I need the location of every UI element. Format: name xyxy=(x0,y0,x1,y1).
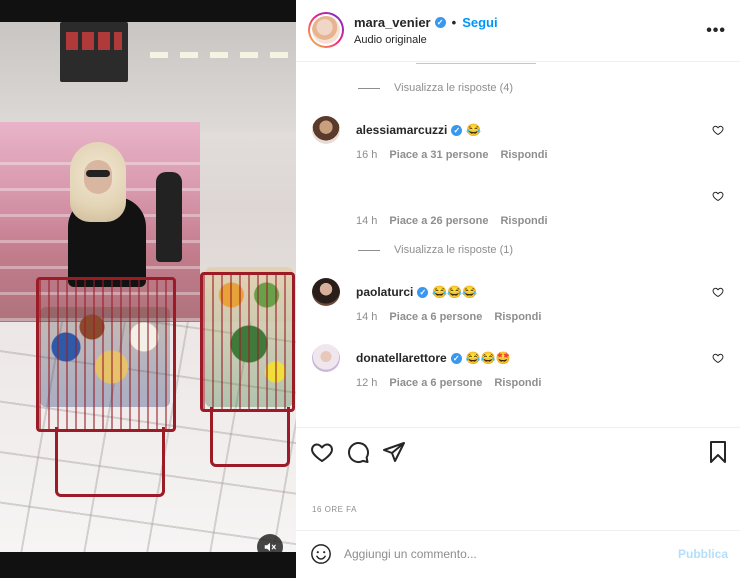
more-icon: ••• xyxy=(706,22,726,39)
comment-time[interactable]: 16 h xyxy=(356,149,377,161)
instagram-post-modal: mara_venier ✓ • Segui Audio originale ••… xyxy=(0,0,740,578)
audio-link[interactable]: Audio originale xyxy=(354,34,427,46)
comment-time[interactable]: 14 h xyxy=(356,311,377,323)
video-scene-cart-left xyxy=(36,277,176,432)
post-header: mara_venier ✓ • Segui Audio originale ••… xyxy=(296,0,740,62)
send-icon[interactable] xyxy=(382,440,406,464)
reply-button[interactable]: Rispondi xyxy=(494,311,541,323)
view-replies-button[interactable]: Visualizza le risposte (4) xyxy=(358,82,513,94)
post-time-ago[interactable]: 16 ORE FA xyxy=(312,505,357,514)
comment-body: paolaturci ✓ 😂😂😂 xyxy=(356,285,477,299)
media-column xyxy=(0,0,296,578)
author-row: mara_venier ✓ • Segui xyxy=(354,15,498,30)
comment-text: 😂 xyxy=(466,123,482,137)
more-options-button[interactable]: ••• xyxy=(706,22,726,40)
comment-meta: 16 h Piace a 31 persone Rispondi xyxy=(356,149,548,161)
view-replies-button[interactable]: Visualizza le risposte (1) xyxy=(358,244,513,256)
video-scene-lights xyxy=(150,52,290,58)
video-scene-ceiling xyxy=(0,22,296,132)
post-video[interactable] xyxy=(0,22,296,552)
comment-meta: 14 h Piace a 6 persone Rispondi xyxy=(356,311,541,323)
comment-item: 14 h Piace a 26 persone Rispondi xyxy=(312,182,732,242)
comment-icon[interactable] xyxy=(346,440,370,464)
comment-body: alessiamarcuzzi ✓ 😂 xyxy=(356,123,481,137)
verified-badge-icon: ✓ xyxy=(450,352,462,364)
comment-body: donatellarettore ✓ 😂😂🤩 xyxy=(356,351,511,365)
post-side-panel: mara_venier ✓ • Segui Audio originale ••… xyxy=(296,0,740,578)
separator-dot: • xyxy=(451,15,457,30)
verified-badge-icon: ✓ xyxy=(451,124,463,136)
comment-likes[interactable]: Piace a 6 persone xyxy=(389,377,482,389)
comment-heart-icon[interactable] xyxy=(712,190,724,202)
commenter-avatar[interactable] xyxy=(312,116,340,144)
comment-likes[interactable]: Piace a 6 persone xyxy=(389,311,482,323)
heart-icon[interactable] xyxy=(310,440,334,464)
verified-badge-icon: ✓ xyxy=(434,17,446,28)
video-scene-sign xyxy=(60,22,128,82)
post-actions xyxy=(296,436,740,466)
view-replies-label: Visualizza le risposte (1) xyxy=(394,244,514,256)
reply-button[interactable]: Rispondi xyxy=(494,377,541,389)
view-replies-label: Visualizza le risposte (4) xyxy=(394,82,514,94)
comment-meta: 14 h Piace a 26 persone Rispondi xyxy=(356,215,548,227)
author-username[interactable]: mara_venier xyxy=(354,15,431,30)
comment-item: donatellarettore ✓ 😂😂🤩 12 h Piace a 6 pe… xyxy=(312,344,732,404)
smiley-icon[interactable] xyxy=(310,543,332,565)
follow-button[interactable]: Segui xyxy=(462,15,497,30)
comment-likes[interactable]: Piace a 31 persone xyxy=(389,149,488,161)
comment-item: alessiamarcuzzi ✓ 😂 16 h Piace a 31 pers… xyxy=(312,116,732,176)
clipped-element xyxy=(416,62,536,64)
comment-text: 😂😂😂 xyxy=(432,285,478,299)
reply-button[interactable]: Rispondi xyxy=(500,215,547,227)
video-scene-person-face xyxy=(84,160,112,194)
comment-heart-icon[interactable] xyxy=(712,124,724,136)
publish-button[interactable]: Pubblica xyxy=(678,547,728,561)
reply-button[interactable]: Rispondi xyxy=(500,149,547,161)
comment-item: paolaturci ✓ 😂😂😂 14 h Piace a 6 persone … xyxy=(312,278,732,338)
commenter-username[interactable]: alessiamarcuzzi xyxy=(356,123,447,137)
comment-input[interactable] xyxy=(344,541,664,567)
comment-time[interactable]: 12 h xyxy=(356,377,377,389)
commenter-avatar[interactable] xyxy=(312,278,340,306)
video-scene-cart-right-base xyxy=(210,407,290,467)
comment-likes[interactable]: Piace a 26 persone xyxy=(389,215,488,227)
author-avatar[interactable] xyxy=(308,12,344,48)
verified-badge-icon: ✓ xyxy=(417,286,429,298)
replies-line xyxy=(358,249,380,251)
commenter-username[interactable]: donatellarettore xyxy=(356,351,447,365)
comment-heart-icon[interactable] xyxy=(712,352,724,364)
video-scene-cart-right xyxy=(200,272,295,412)
add-comment-bar: Pubblica xyxy=(296,530,740,578)
actions-divider xyxy=(296,427,740,428)
video-scene-cart-left-base xyxy=(55,427,165,497)
commenter-username[interactable]: paolaturci xyxy=(356,285,413,299)
comments-list: Visualizza le risposte (4) alessiamarcuz… xyxy=(296,62,740,427)
comment-text: 😂😂🤩 xyxy=(465,351,511,365)
video-scene-background-person xyxy=(156,172,182,262)
comment-heart-icon[interactable] xyxy=(712,286,724,298)
bookmark-icon[interactable] xyxy=(706,440,730,464)
replies-line xyxy=(358,87,380,89)
comment-meta: 12 h Piace a 6 persone Rispondi xyxy=(356,377,541,389)
mute-icon xyxy=(264,542,276,552)
commenter-avatar[interactable] xyxy=(312,344,340,372)
comment-time[interactable]: 14 h xyxy=(356,215,377,227)
